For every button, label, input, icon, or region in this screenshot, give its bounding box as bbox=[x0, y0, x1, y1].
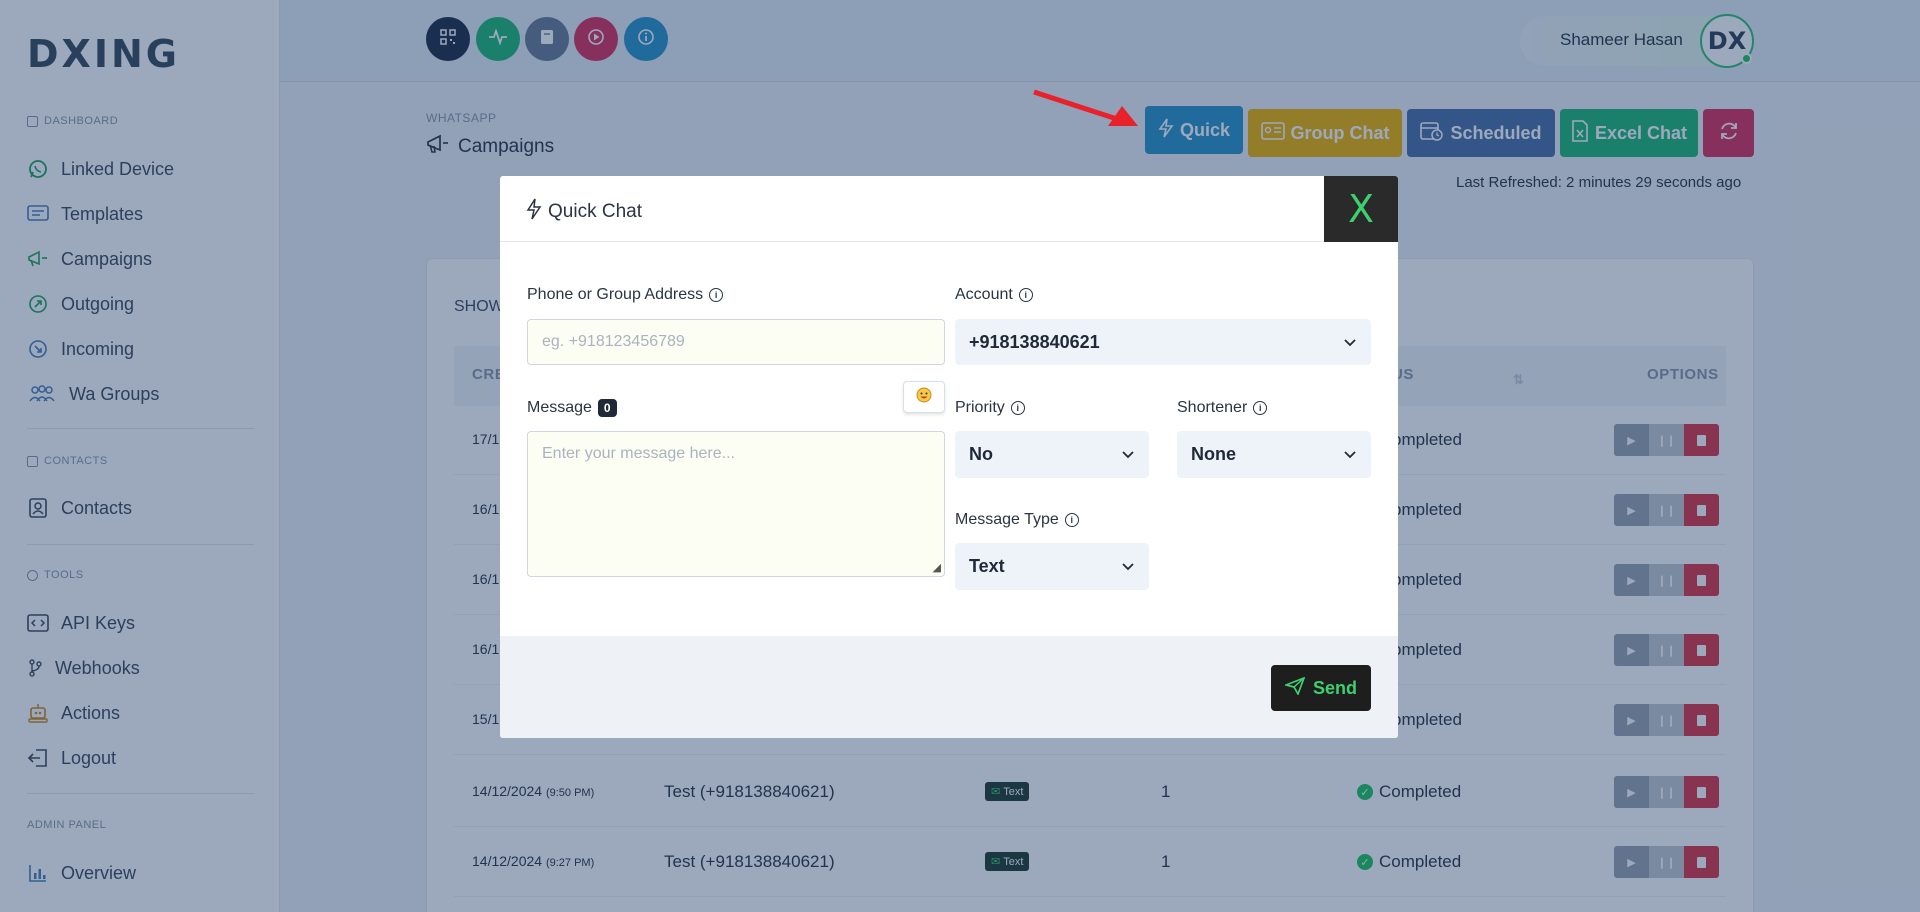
send-button[interactable]: Send bbox=[1271, 665, 1371, 711]
message-label: Message 0 bbox=[527, 399, 617, 417]
account-label-text: Account bbox=[955, 286, 1013, 303]
close-button[interactable]: X bbox=[1324, 176, 1398, 242]
emoji-icon bbox=[916, 387, 932, 408]
red-arrow-annotation bbox=[1033, 89, 1138, 126]
priority-select[interactable]: No bbox=[955, 431, 1149, 478]
modal-title-text: Quick Chat bbox=[548, 201, 642, 222]
message-label-text: Message bbox=[527, 399, 592, 416]
message-type-value: Text bbox=[969, 556, 1005, 576]
shortener-label-text: Shortener bbox=[1177, 399, 1248, 416]
lightning-icon bbox=[526, 198, 542, 226]
account-label: Account i bbox=[955, 286, 1033, 304]
message-type-select[interactable]: Text bbox=[955, 543, 1149, 590]
send-button-label: Send bbox=[1312, 677, 1357, 698]
chevron-down-icon bbox=[1343, 332, 1357, 353]
send-plane-icon bbox=[1283, 676, 1306, 700]
message-type-label: Message Type i bbox=[955, 511, 1079, 529]
info-icon[interactable]: i bbox=[1018, 288, 1033, 302]
phone-label-text: Phone or Group Address bbox=[527, 286, 704, 303]
phone-placeholder: eg. +918123456789 bbox=[542, 333, 685, 350]
shortener-value: None bbox=[1191, 444, 1236, 464]
account-value: +918138840621 bbox=[969, 331, 1100, 352]
priority-label: Priority i bbox=[955, 399, 1025, 417]
message-char-count: 0 bbox=[597, 399, 617, 417]
modal-title: Quick Chat bbox=[526, 198, 642, 226]
priority-label-text: Priority bbox=[955, 399, 1005, 416]
modal-header: Quick Chat X bbox=[500, 176, 1398, 242]
shortener-label: Shortener i bbox=[1177, 399, 1268, 417]
message-textarea[interactable]: Enter your message here... ◢ bbox=[527, 431, 945, 577]
modal-footer bbox=[500, 636, 1398, 738]
message-type-label-text: Message Type bbox=[955, 511, 1059, 528]
chevron-down-icon bbox=[1343, 444, 1357, 465]
info-icon[interactable]: i bbox=[1064, 513, 1079, 527]
phone-input[interactable]: eg. +918123456789 bbox=[527, 319, 945, 365]
quick-chat-modal: Quick Chat X Phone or Group Address i eg… bbox=[500, 176, 1398, 738]
info-icon[interactable]: i bbox=[709, 288, 724, 302]
message-placeholder: Enter your message here... bbox=[542, 445, 735, 462]
emoji-picker-button[interactable] bbox=[903, 381, 945, 413]
chevron-down-icon bbox=[1121, 444, 1135, 465]
info-icon[interactable]: i bbox=[1010, 401, 1025, 415]
phone-label: Phone or Group Address i bbox=[527, 286, 724, 304]
shortener-select[interactable]: None bbox=[1177, 431, 1371, 478]
close-icon: X bbox=[1347, 187, 1375, 231]
info-icon[interactable]: i bbox=[1253, 401, 1268, 415]
priority-value: No bbox=[969, 444, 993, 464]
resize-handle-icon[interactable]: ◢ bbox=[933, 561, 941, 574]
account-select[interactable]: +918138840621 bbox=[955, 319, 1371, 365]
chevron-down-icon bbox=[1121, 556, 1135, 577]
